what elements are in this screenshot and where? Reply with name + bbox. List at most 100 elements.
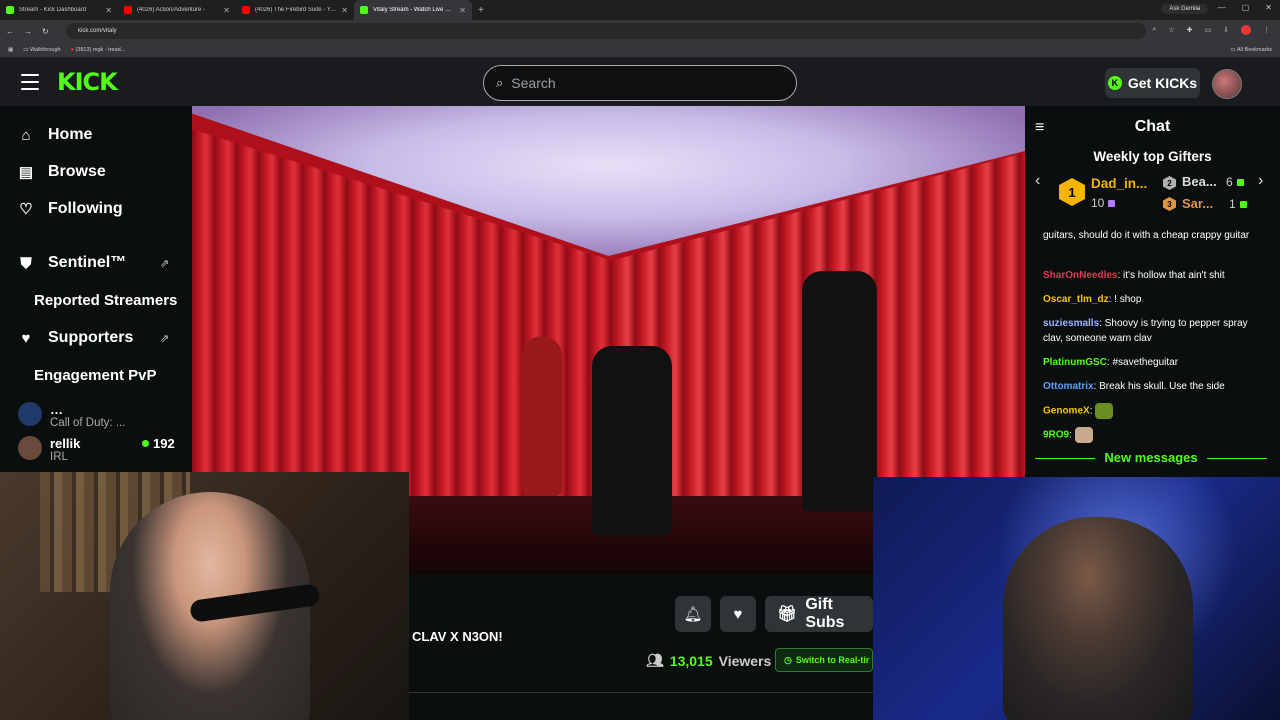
close-tab-icon[interactable]: ✕ [105,6,112,15]
gifter-name[interactable]: Sar... [1182,196,1213,211]
channel-avatar [18,436,42,460]
followed-channel[interactable]: rellik IRL [18,436,80,463]
sidebar-item-home[interactable]: ⌂ Home [18,126,92,144]
maximize-icon[interactable]: ▢ [1242,3,1250,12]
sidebar: ⌂ Home ▤ Browse ♡ Following ⛊ Sentinel™ ⇗ Re… [0,106,192,472]
all-bookmarks[interactable]: ▭ All Bookmarks [1230,47,1272,53]
bookmarks-bar: ▦ ▭ Walkthrough ● (3813) mgk - tread... … [0,42,1280,58]
gifter-name[interactable]: Bea... [1182,174,1217,189]
user-avatar[interactable] [1212,69,1242,99]
close-tab-icon[interactable]: ✕ [223,6,230,15]
chat-message: Oscar_tlm_dz: ! shop [1043,294,1142,305]
kick-favicon-icon [6,6,14,14]
gift-icon: 🎁︎ [777,606,798,623]
facecam-left [0,472,409,720]
gift-subs-button[interactable]: 🎁︎ Gift Subs [765,596,873,632]
forward-icon[interactable]: → [24,27,36,36]
close-window-icon[interactable]: ✕ [1265,3,1272,12]
stream-title: CLAV X N3ON! [412,629,503,644]
chevron-right-icon[interactable]: › [1258,172,1263,190]
browser-tab[interactable]: Stream - Kick Dashboard ✕ [0,0,118,20]
sidebar-item-reported-streamers[interactable]: Reported Streamers [34,292,177,309]
menu-dots-icon[interactable]: ⋮ [1263,26,1270,34]
sidebar-item-following[interactable]: ♡ Following [18,200,122,218]
emote-icon [1074,427,1093,443]
chevron-left-icon[interactable]: ‹ [1035,172,1040,190]
divider [409,692,873,693]
viewers-icon: 👥︎ [646,652,664,668]
rank-3-badge: 3 [1163,197,1176,211]
chat-message: Ottomatrix: Break his skull. Use the sid… [1043,381,1225,392]
chat-username[interactable]: PlatinumGSC [1043,357,1107,368]
browser-tab[interactable]: (4026) Action/Adventure - ✕ [118,0,236,20]
chat-username[interactable]: Oscar_tlm_dz [1043,294,1109,305]
url-field[interactable]: kick.com/vitaly [66,23,1146,39]
new-tab-button[interactable]: + [472,5,490,16]
external-link-icon[interactable]: ⇗ [160,257,169,270]
external-link-icon[interactable]: ⇗ [160,332,169,345]
rank-1-badge: 1 [1059,178,1085,206]
zoom-icon[interactable]: ⌕ [1152,26,1156,34]
bookmark-mgk[interactable]: ● (3813) mgk - tread... [71,47,126,53]
minimize-icon[interactable]: — [1218,3,1226,12]
new-messages-button[interactable]: New messages [1035,450,1267,465]
chat-username[interactable]: GenomeX [1043,406,1090,417]
notification-bell-button[interactable]: 🔔︎ [675,596,711,632]
home-icon: ⌂ [21,126,31,144]
video-person [522,336,562,496]
facecam-person [1003,517,1193,720]
heart-icon: ♥ [733,605,743,623]
close-tab-icon[interactable]: ✕ [459,6,466,15]
download-icon[interactable]: ⇩ [1223,26,1229,34]
followed-channel[interactable]: … Call of Duty: ... [18,402,125,429]
chat-username[interactable]: suziesmalls [1043,318,1099,329]
viewer-count: 👥︎ 13,015 Viewers [646,652,772,669]
switch-realtime-button[interactable]: ◷ Switch to Real-tir [775,648,873,672]
address-bar-row: ← → ↻ kick.com/vitaly ⌕ ☆ ✚ ▭ ⇩ ⋮ [0,20,1280,42]
reload-icon[interactable]: ↻ [42,27,54,36]
chat-username[interactable]: Ottomatrix [1043,381,1094,392]
follow-button[interactable]: ♥ [720,596,756,632]
hamburger-menu-icon[interactable] [21,74,39,90]
tab-search-icon[interactable]: ⌄ [1195,3,1202,12]
extensions-icon[interactable]: ✚ [1187,26,1193,34]
gifter-name[interactable]: Dad_in... [1091,176,1147,191]
extensions-area: ⌕ ☆ ✚ ▭ ⇩ ⋮ [1152,25,1270,35]
kick-header: KICK ⌕ K Get KICKs [0,58,1280,106]
chat-message: 9RO9: [1043,427,1268,443]
apps-icon[interactable]: ▦ [8,47,13,53]
back-icon[interactable]: ← [6,27,18,36]
chat-message: guitars, should do it with a cheap crapp… [1043,230,1250,241]
gift-icon [1239,201,1247,208]
youtube-favicon-icon [242,6,250,14]
kick-logo[interactable]: KICK [57,68,118,96]
youtube-favicon-icon [124,6,132,14]
browser-tab-bar: Stream - Kick Dashboard ✕ (4026) Action/A… [0,0,1280,20]
close-tab-icon[interactable]: ✕ [341,6,348,15]
search-input[interactable] [511,75,772,91]
profile-icon[interactable] [1241,25,1251,35]
sidepanel-icon[interactable]: ▭ [1205,26,1212,34]
chat-username[interactable]: SharOnNeedles [1043,270,1117,281]
search-box[interactable]: ⌕ [483,65,797,101]
sidebar-item-engagement-pvp[interactable]: Engagement PvP [34,367,157,384]
gifter-count: 6 [1226,175,1244,189]
get-kicks-button[interactable]: K Get KICKs [1105,68,1200,98]
stream-info-bar: CLAV X N3ON! 🔔︎ ♥ 🎁︎ Gift Subs 👥︎ 13,015 Vi… [409,574,873,720]
sidebar-item-sentinel[interactable]: ⛊ Sentinel™ [18,254,126,272]
browser-tab-active[interactable]: Vitaly Stream - Watch Live on K ✕ [354,0,472,20]
chat-username[interactable]: 9RO9 [1043,430,1069,441]
browser-tab[interactable]: (4026) The Firebird Suite - You ✕ [236,0,354,20]
bookmark-walkthrough[interactable]: ▭ Walkthrough [23,47,60,53]
channel-viewer-count: 192 [142,436,175,451]
sidebar-item-supporters[interactable]: ♥ Supporters [18,329,134,347]
gift-icon [1236,179,1244,186]
chat-message: SharOnNeedles: it's hollow that ain't sh… [1043,270,1225,281]
window-controls: ⌄ — ▢ ✕ [1195,3,1272,12]
sidebar-item-browse[interactable]: ▤ Browse [18,163,106,181]
channel-avatar [18,402,42,426]
bell-icon: 🔔︎ [683,606,703,623]
chat-title: Chat [1134,118,1171,135]
browse-icon: ▤ [18,164,34,181]
bookmark-star-icon[interactable]: ☆ [1168,26,1174,34]
